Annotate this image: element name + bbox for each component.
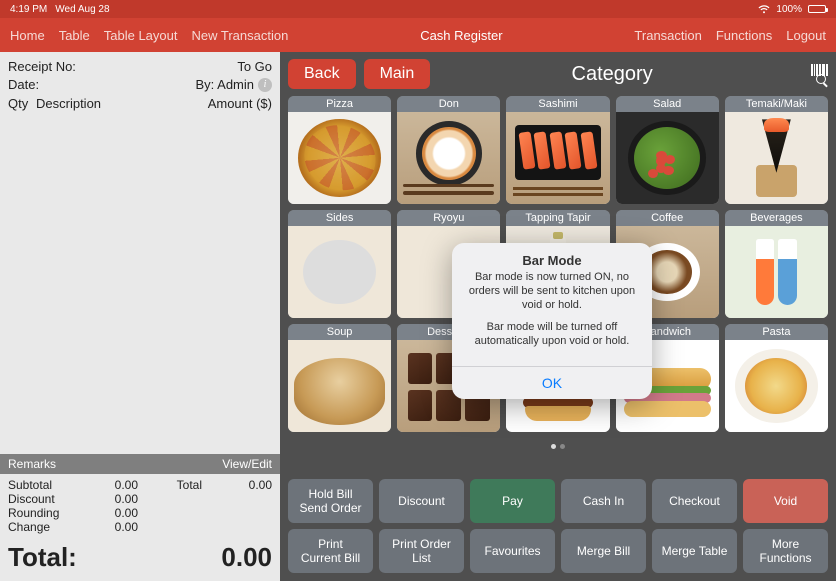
totals-block: Subtotal 0.00 Total 0.00 Discount 0.00 R…: [0, 474, 280, 538]
bar-mode-modal: Bar Mode Bar mode is now turned ON, no o…: [452, 243, 652, 399]
status-date: Wed Aug 28: [55, 4, 109, 15]
col-amount: Amount ($): [192, 96, 272, 111]
tile-label: Beverages: [725, 210, 828, 226]
nav-functions[interactable]: Functions: [716, 28, 772, 43]
nav-bar: Home Table Table Layout New Transaction …: [0, 18, 836, 52]
category-tile-pasta[interactable]: Pasta: [725, 324, 828, 432]
grand-total: Total: 0.00: [0, 538, 280, 581]
tile-image: [616, 112, 719, 204]
category-tile-don[interactable]: Don: [397, 96, 500, 204]
action-more-functions[interactable]: More Functions: [743, 529, 828, 573]
tile-label: Coffee: [616, 210, 719, 226]
barcode-search-icon[interactable]: [804, 64, 828, 84]
modal-ok-button[interactable]: OK: [452, 366, 652, 399]
category-tile-beverages[interactable]: Beverages: [725, 210, 828, 318]
nav-logout[interactable]: Logout: [786, 28, 826, 43]
action-pay[interactable]: Pay: [470, 479, 555, 523]
category-tile-soup[interactable]: Soup: [288, 324, 391, 432]
change-value: 0.00: [78, 520, 138, 534]
modal-title: Bar Mode: [452, 243, 652, 270]
change-label: Change: [8, 520, 78, 534]
col-qty: Qty: [8, 96, 36, 111]
grand-value: 0.00: [221, 542, 272, 573]
action-discount[interactable]: Discount: [379, 479, 464, 523]
nav-table[interactable]: Table: [59, 28, 90, 43]
receipt-no-label: Receipt No:: [8, 58, 76, 76]
tile-image: [725, 340, 828, 432]
main-button[interactable]: Main: [364, 59, 431, 89]
remarks-view-edit[interactable]: View/Edit: [222, 457, 272, 471]
tile-label: Don: [397, 96, 500, 112]
category-tile-temaki-maki[interactable]: Temaki/Maki: [725, 96, 828, 204]
receipt-togo: To Go: [237, 58, 272, 76]
tile-label: Soup: [288, 324, 391, 340]
tile-image: [725, 226, 828, 318]
tile-label: Temaki/Maki: [725, 96, 828, 112]
receipt-by: By: Admin: [195, 76, 254, 94]
action-checkout[interactable]: Checkout: [652, 479, 737, 523]
tile-label: Ryoyu: [397, 210, 500, 226]
action-print-current-bill[interactable]: Print Current Bill: [288, 529, 373, 573]
nav-new-transaction[interactable]: New Transaction: [192, 28, 289, 43]
tile-image: [288, 112, 391, 204]
action-print-order-list[interactable]: Print Order List: [379, 529, 464, 573]
page-dots[interactable]: [288, 432, 828, 458]
status-bar: 4:19 PM Wed Aug 28 100%: [0, 0, 836, 18]
nav-transaction[interactable]: Transaction: [634, 28, 701, 43]
subtotal-label: Subtotal: [8, 478, 78, 492]
receipt-panel: Receipt No: To Go Date: By: Admin i Qty …: [0, 52, 280, 581]
remarks-bar[interactable]: Remarks View/Edit: [0, 454, 280, 474]
category-tile-pizza[interactable]: Pizza: [288, 96, 391, 204]
col-desc: Description: [36, 96, 192, 111]
tile-image: [288, 226, 391, 318]
action-void[interactable]: Void: [743, 479, 828, 523]
total-side-value: 0.00: [222, 478, 272, 492]
receipt-lines: [0, 115, 280, 454]
category-tile-sashimi[interactable]: Sashimi: [506, 96, 609, 204]
status-time: 4:19 PM: [10, 4, 47, 15]
category-tile-sides[interactable]: Sides: [288, 210, 391, 318]
receipt-date-label: Date:: [8, 76, 39, 94]
tile-label: Sashimi: [506, 96, 609, 112]
battery-icon: [808, 5, 826, 13]
tile-label: Sides: [288, 210, 391, 226]
tile-image: [288, 340, 391, 432]
grand-label: Total:: [8, 542, 77, 573]
nav-table-layout[interactable]: Table Layout: [104, 28, 178, 43]
wifi-icon: [758, 5, 770, 14]
tile-label: Tapping Tapir: [506, 210, 609, 226]
subtotal-value: 0.00: [78, 478, 138, 492]
action-cash-in[interactable]: Cash In: [561, 479, 646, 523]
nav-home[interactable]: Home: [10, 28, 45, 43]
category-title: Category: [438, 63, 796, 86]
total-side-label: Total: [138, 478, 222, 492]
modal-line2: Bar mode will be turned off automaticall…: [464, 320, 640, 348]
rounding-value: 0.00: [78, 506, 138, 520]
action-merge-bill[interactable]: Merge Bill: [561, 529, 646, 573]
actions-grid: Hold Bill Send OrderDiscountPayCash InCh…: [280, 479, 836, 581]
info-icon[interactable]: i: [258, 78, 272, 92]
tile-image: [397, 112, 500, 204]
modal-line1: Bar mode is now turned ON, no orders wil…: [464, 270, 640, 312]
tile-label: Salad: [616, 96, 719, 112]
discount-label: Discount: [8, 492, 78, 506]
category-panel: Back Main Category Pizza Don Sashimi Salad T…: [280, 52, 836, 581]
nav-title: Cash Register: [420, 28, 502, 43]
action-favourites[interactable]: Favourites: [470, 529, 555, 573]
back-button[interactable]: Back: [288, 59, 356, 89]
rounding-label: Rounding: [8, 506, 78, 520]
action-merge-table[interactable]: Merge Table: [652, 529, 737, 573]
action-hold-bill-send-order[interactable]: Hold Bill Send Order: [288, 479, 373, 523]
remarks-label: Remarks: [8, 457, 56, 471]
category-tile-salad[interactable]: Salad: [616, 96, 719, 204]
discount-value: 0.00: [78, 492, 138, 506]
tile-image: [725, 112, 828, 204]
tile-label: Pizza: [288, 96, 391, 112]
status-battery-pct: 100%: [776, 4, 802, 15]
tile-image: [506, 112, 609, 204]
tile-label: Pasta: [725, 324, 828, 340]
